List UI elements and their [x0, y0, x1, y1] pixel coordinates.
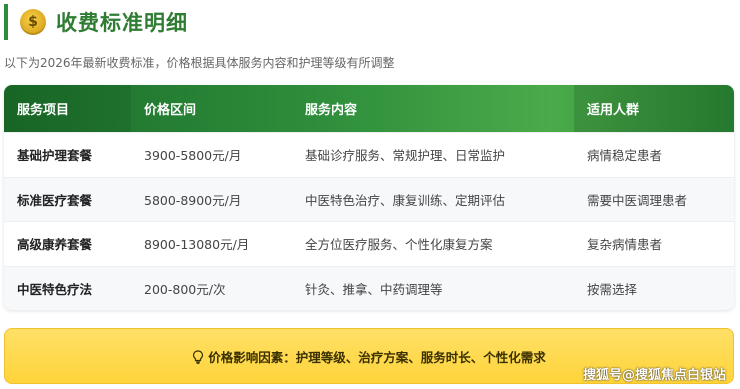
pricing-table: 服务项目 价格区间 服务内容 适用人群 基础护理套餐 3900-5800元/月 …	[4, 85, 734, 310]
audience-cell: 复杂病情患者	[587, 237, 663, 253]
audience-cell: 按需选择	[587, 281, 638, 297]
table-row: 基础护理套餐 3900-5800元/月 基础诊疗服务、常规护理、日常监护 病情稳…	[4, 132, 734, 177]
table-row: 高级康养套餐 8900-13080元/月 全方位医疗服务、个性化康复方案 复杂病…	[4, 221, 734, 266]
price-cell: 5800-8900元/月	[144, 192, 242, 208]
content-cell: 针灸、推拿、中药调理等	[305, 281, 443, 297]
service-name-cell: 中医特色疗法	[17, 281, 93, 297]
money-bag-icon: $	[20, 9, 46, 35]
column-header-price: 价格区间	[144, 103, 197, 118]
factors-text: 护理等级、治疗方案、服务时长、个性化需求	[295, 349, 546, 365]
lightbulb-icon	[192, 350, 204, 364]
column-header-service: 服务项目	[4, 85, 131, 132]
price-cell: 8900-13080元/月	[144, 237, 250, 253]
source-watermark: 搜狐号@搜狐焦点白银站	[582, 368, 726, 383]
service-name-cell: 基础护理套餐	[17, 148, 93, 164]
table-row: 标准医疗套餐 5800-8900元/月 中医特色治疗、康复训练、定期评估 需要中…	[4, 176, 734, 221]
table-header: 服务项目 价格区间 服务内容 适用人群	[4, 85, 734, 132]
audience-cell: 病情稳定患者	[587, 148, 663, 164]
section-header: $ 收费标准明细	[4, 4, 304, 40]
content-cell: 全方位医疗服务、个性化康复方案	[305, 237, 493, 253]
table-row: 中医特色疗法 200-800元/次 针灸、推拿、中药调理等 按需选择	[4, 265, 734, 310]
audience-cell: 需要中医调理患者	[587, 192, 688, 208]
factors-label: 价格影响因素：	[208, 349, 296, 365]
page-subtitle: 以下为2026年最新收费标准，价格根据具体服务内容和护理等级有所调整	[4, 56, 395, 70]
price-cell: 200-800元/次	[144, 281, 226, 297]
price-cell: 3900-5800元/月	[144, 148, 242, 164]
page-title: 收费标准明细	[56, 11, 188, 35]
content-cell: 基础诊疗服务、常规护理、日常监护	[305, 148, 506, 164]
service-name-cell: 高级康养套餐	[17, 237, 93, 253]
content-cell: 中医特色治疗、康复训练、定期评估	[305, 192, 506, 208]
service-name-cell: 标准医疗套餐	[17, 192, 93, 208]
column-header-content: 服务内容	[305, 103, 358, 118]
column-header-audience: 适用人群	[574, 85, 734, 132]
